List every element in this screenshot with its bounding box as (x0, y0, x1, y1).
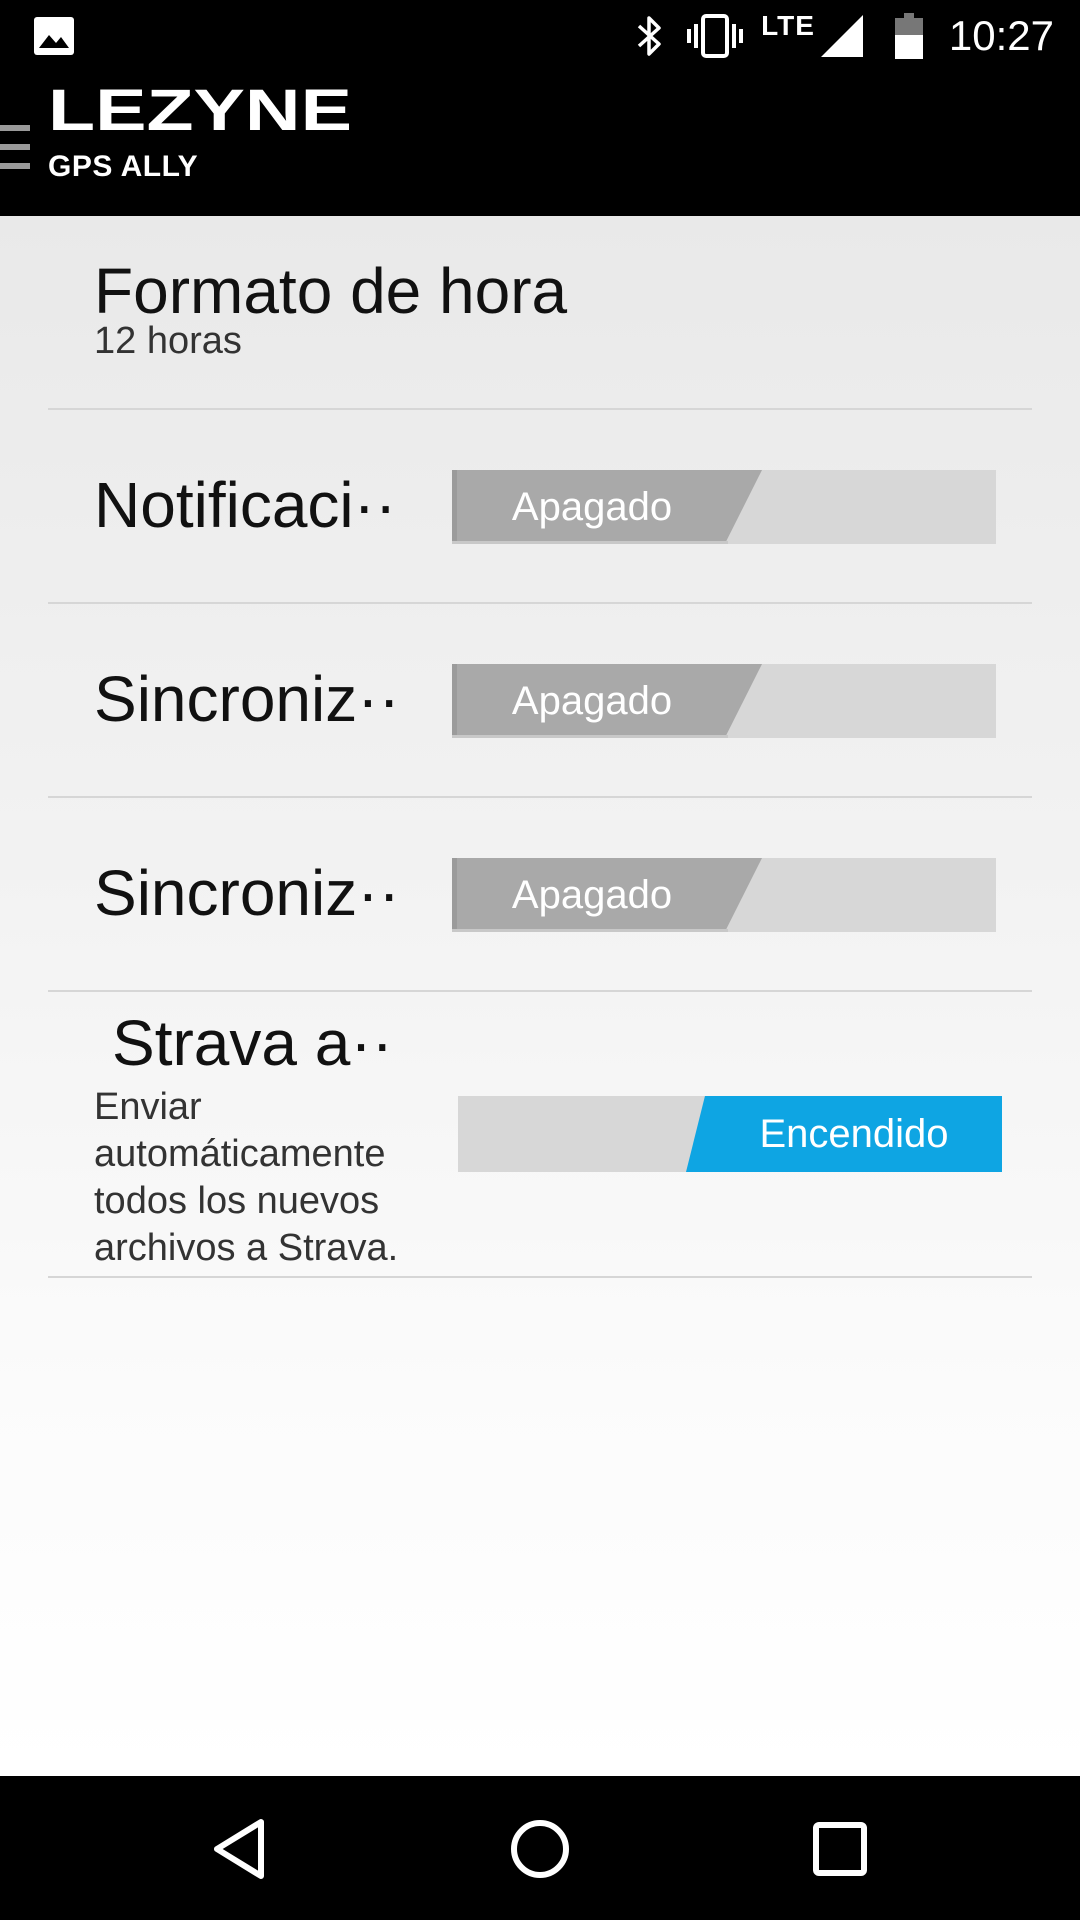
toggle-underline (452, 541, 728, 544)
sync-2-toggle[interactable]: Apagado (452, 858, 996, 932)
app-subtitle: GPS ALLY (48, 150, 199, 183)
setting-description: Enviar automáticamente todos los nuevos … (94, 1086, 399, 1269)
back-icon[interactable] (205, 1814, 275, 1884)
network-type-label: LTE (761, 10, 815, 41)
home-icon[interactable] (505, 1814, 575, 1884)
setting-row-notifications: Notificaci·· Apagado (48, 410, 1032, 604)
signal-icon (820, 15, 863, 57)
system-nav-bar (0, 1776, 1080, 1920)
toggle-state-label: Apagado (511, 873, 673, 917)
setting-value: 12 horas (94, 320, 242, 362)
vibrate-icon (687, 14, 744, 58)
battery-icon (894, 13, 923, 59)
status-icons: LTE 10:27 (613, 0, 1054, 72)
toggle-underline (452, 735, 728, 738)
setting-title: Sincroniz·· (94, 663, 400, 735)
toggle-state-label: Encendido (759, 1112, 949, 1156)
setting-row-time-format[interactable]: Formato de hora 12 horas (48, 216, 1032, 410)
setting-row-strava: Strava a·· Enviar automáticamente todos … (48, 992, 1032, 1278)
notifications-toggle[interactable]: Apagado (452, 470, 996, 544)
toggle-state-label: Apagado (511, 485, 673, 529)
bluetooth-icon (637, 16, 661, 56)
app-screen: LTE 10:27 LEZYNE GPS ALLY Formato de hor… (0, 0, 1080, 1920)
setting-title: Formato de hora (94, 255, 568, 327)
strava-toggle[interactable]: Encendido (458, 1096, 1002, 1172)
hamburger-menu-icon[interactable] (0, 125, 30, 169)
clock: 10:27 (948, 12, 1054, 59)
settings-list: Formato de hora 12 horas Notificaci·· Ap… (0, 216, 1080, 1776)
setting-title: Notificaci·· (94, 469, 397, 541)
status-bar: LTE 10:27 (0, 0, 1080, 72)
toggle-state-label: Apagado (511, 679, 673, 723)
svg-text:LEZYNE: LEZYNE (48, 86, 352, 134)
toggle-underline (452, 929, 728, 932)
recents-icon[interactable] (805, 1814, 875, 1884)
setting-title: Strava a·· (112, 1007, 393, 1079)
lezyne-logo: LEZYNE (48, 86, 352, 134)
sync-1-toggle[interactable]: Apagado (452, 664, 996, 738)
gallery-icon (34, 17, 74, 55)
setting-title: Sincroniz·· (94, 857, 400, 929)
setting-row-sync-1: Sincroniz·· Apagado (48, 604, 1032, 798)
setting-row-sync-2: Sincroniz·· Apagado (48, 798, 1032, 992)
app-header: LEZYNE GPS ALLY (0, 72, 1080, 216)
